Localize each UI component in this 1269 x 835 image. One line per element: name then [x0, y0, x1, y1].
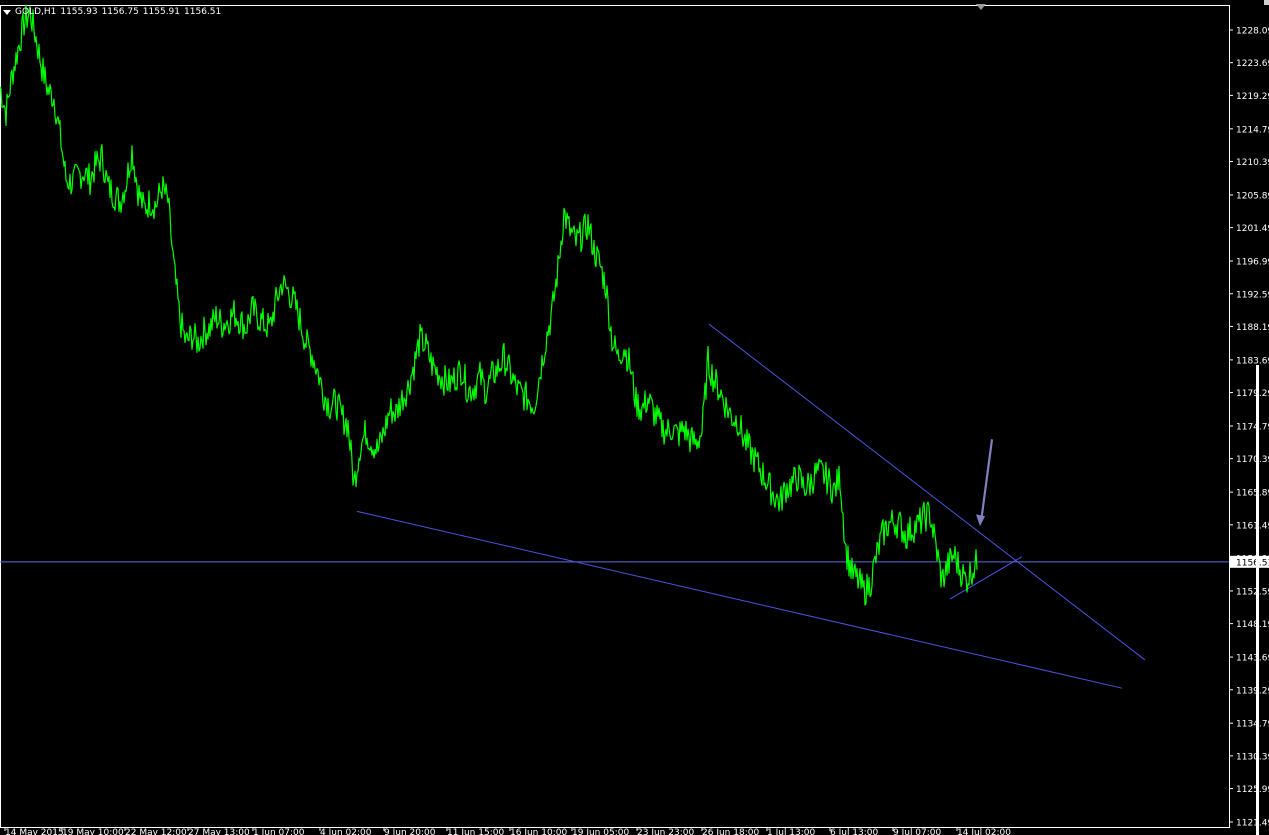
- time-tick-label: 1 Jun 07:00: [253, 828, 305, 835]
- price-scale-edge: [1256, 365, 1259, 835]
- time-tick-label: 16 Jun 10:00: [510, 828, 567, 835]
- price-tick-label: 1134.79: [1236, 720, 1269, 730]
- chart-window[interactable]: 1228.09 1223.69 1219.29 1214.79 1210.39 1205.…: [0, 0, 1269, 835]
- price-tick-label: 1192.59: [1236, 290, 1269, 300]
- time-tick-label: 9 Jul 07:00: [893, 828, 942, 835]
- time-tick-label: 1 Jul 13:00: [767, 828, 816, 835]
- arrow-shaft[interactable]: [980, 439, 994, 519]
- current-price-label: 1156.51: [1236, 558, 1269, 568]
- price-tick-label: 1210.39: [1236, 158, 1269, 168]
- high-value: 1156.75: [101, 7, 139, 17]
- time-tick-label: 19 May 10:00: [62, 828, 124, 835]
- plot-frame: [0, 5, 1230, 828]
- price-tick-label: 1188.19: [1236, 323, 1269, 333]
- time-tick-label: 14 May 2015: [5, 828, 64, 835]
- price-tick-label: 1125.99: [1236, 785, 1269, 795]
- open-value: 1155.93: [60, 7, 98, 17]
- upper-trendline[interactable]: [708, 323, 1146, 661]
- chevron-down-icon[interactable]: [3, 9, 11, 15]
- price-tick-label: 1130.39: [1236, 752, 1269, 762]
- price-tick-label: 1201.49: [1236, 224, 1269, 234]
- chart-canvas[interactable]: 1228.09 1223.69 1219.29 1214.79 1210.39 1205.…: [0, 0, 1269, 835]
- time-tick-label: 22 May 12:00: [125, 828, 187, 835]
- price-tick-label: 1143.69: [1236, 654, 1269, 664]
- price-tick-label: 1148.19: [1236, 620, 1269, 630]
- price-tick-label: 1165.89: [1236, 489, 1269, 499]
- price-tick-label: 1214.79: [1236, 125, 1269, 135]
- symbol-label: GOLD,H1: [15, 7, 57, 17]
- price-tick-label: 1183.69: [1236, 356, 1269, 366]
- price-tick-label: 1223.69: [1236, 59, 1269, 69]
- price-tick-label: 1139.29: [1236, 686, 1269, 696]
- time-tick-label: 6 Jul 13:00: [830, 828, 879, 835]
- price-tick-label: 1121.49: [1236, 819, 1269, 829]
- time-tick-label: 11 Jun 15:00: [447, 828, 504, 835]
- time-tick-label: 23 Jun 23:00: [637, 828, 694, 835]
- corner-button[interactable]: [1264, 0, 1269, 5]
- time-tick-label: 26 Jun 18:00: [702, 828, 759, 835]
- price-tick-label: 1228.09: [1236, 27, 1269, 37]
- time-tick-label: 4 Jun 02:00: [320, 828, 372, 835]
- price-tick-label: 1205.89: [1236, 191, 1269, 201]
- price-tick-label: 1219.29: [1236, 92, 1269, 102]
- price-tick-label: 1196.99: [1236, 258, 1269, 268]
- price-tick-label: 1152.59: [1236, 587, 1269, 597]
- price-tick-label: 1161.49: [1236, 521, 1269, 531]
- chart-shift-marker-icon[interactable]: [976, 4, 986, 10]
- close-value: 1156.51: [184, 7, 222, 17]
- low-value: 1155.91: [142, 7, 181, 17]
- arrow-head[interactable]: [976, 514, 985, 527]
- lower-trendline[interactable]: [356, 510, 1123, 689]
- time-tick-label: 27 May 13:00: [188, 828, 250, 835]
- time-tick-label: 19 Jun 05:00: [572, 828, 629, 835]
- price-tick-label: 1174.79: [1236, 423, 1269, 433]
- price-tick-label: 1179.29: [1236, 389, 1269, 399]
- price-series-line: [0, 4, 978, 606]
- chart-header: GOLD,H1 1155.93 1156.75 1155.91 1156.51: [3, 6, 221, 18]
- price-tick-label: 1170.39: [1236, 455, 1269, 465]
- time-tick-label: 9 Jun 20:00: [384, 828, 436, 835]
- time-tick-label: 14 Jul 02:00: [957, 828, 1011, 835]
